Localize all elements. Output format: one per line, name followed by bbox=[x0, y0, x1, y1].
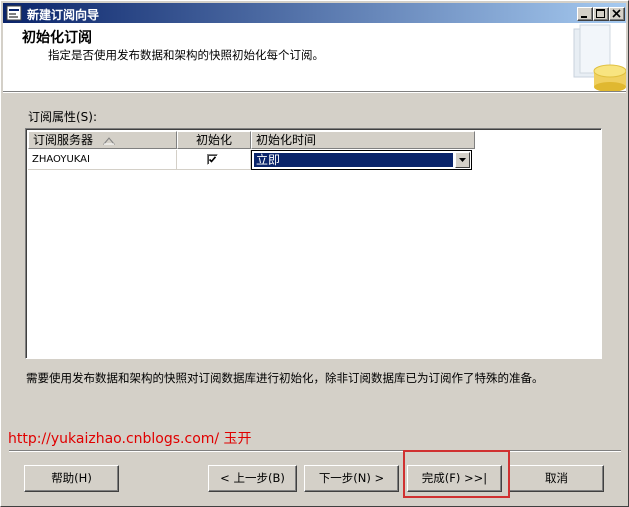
table-row-initialize-cell bbox=[177, 150, 251, 170]
wizard-window: 新建订阅向导 初始化订阅 指定是否使用发布数据和架构的快照初始化每个订阅。 订阅… bbox=[0, 0, 629, 507]
dropdown-button[interactable] bbox=[455, 152, 470, 168]
checkmark-icon bbox=[208, 156, 217, 163]
maximize-button[interactable] bbox=[593, 7, 609, 21]
help-button[interactable]: 帮助(H) bbox=[24, 465, 119, 492]
close-icon bbox=[612, 9, 621, 18]
init-time-dropdown[interactable]: 立即 bbox=[251, 150, 472, 170]
close-button[interactable] bbox=[609, 7, 625, 21]
cancel-button[interactable]: 取消 bbox=[509, 465, 604, 492]
minimize-button[interactable] bbox=[577, 7, 593, 21]
init-time-selected-value: 立即 bbox=[254, 153, 453, 167]
column-header-label: 初始化时间 bbox=[256, 133, 317, 147]
header-divider bbox=[3, 92, 626, 93]
minimize-icon bbox=[581, 16, 587, 18]
column-header-label: 订阅服务器 bbox=[33, 133, 94, 147]
wizard-app-icon bbox=[6, 5, 22, 21]
button-divider-highlight bbox=[9, 451, 621, 452]
database-banner-icon bbox=[573, 24, 626, 91]
column-header-initialize[interactable]: 初始化 bbox=[177, 131, 251, 149]
page-subtitle: 指定是否使用发布数据和架构的快照初始化每个订阅。 bbox=[48, 48, 324, 62]
table-row-subscriber-cell[interactable]: ZHAOYUKAI bbox=[28, 150, 177, 170]
column-header-init-time[interactable]: 初始化时间 bbox=[251, 131, 475, 149]
watermark-text: http://yukaizhao.cnblogs.com/ 玉开 bbox=[8, 431, 252, 447]
initialize-checkbox[interactable] bbox=[207, 154, 218, 165]
title-bar[interactable]: 新建订阅向导 bbox=[3, 3, 626, 23]
next-button[interactable]: 下一步(N) > bbox=[304, 465, 399, 492]
sort-ascending-icon bbox=[103, 137, 115, 145]
chevron-down-icon bbox=[459, 158, 466, 162]
subscription-grid[interactable]: 订阅服务器 初始化 初始化时间 ZHAOYUKAI 立即 bbox=[25, 128, 602, 359]
subscriber-name: ZHAOYUKAI bbox=[32, 154, 90, 165]
page-title: 初始化订阅 bbox=[22, 30, 92, 46]
wizard-header: 初始化订阅 指定是否使用发布数据和架构的快照初始化每个订阅。 bbox=[3, 23, 626, 92]
window-title: 新建订阅向导 bbox=[27, 8, 100, 22]
initialization-note: 需要使用发布数据和架构的快照对订阅数据库进行初始化，除非订阅数据库已为订阅作了特… bbox=[26, 371, 544, 385]
subscription-properties-label: 订阅属性(S): bbox=[28, 110, 98, 124]
finish-highlight-box bbox=[403, 450, 510, 498]
maximize-icon bbox=[596, 9, 605, 18]
column-header-label: 初始化 bbox=[195, 133, 232, 147]
back-button[interactable]: < 上一步(B) bbox=[208, 465, 297, 492]
column-header-subscriber[interactable]: 订阅服务器 bbox=[28, 131, 177, 149]
